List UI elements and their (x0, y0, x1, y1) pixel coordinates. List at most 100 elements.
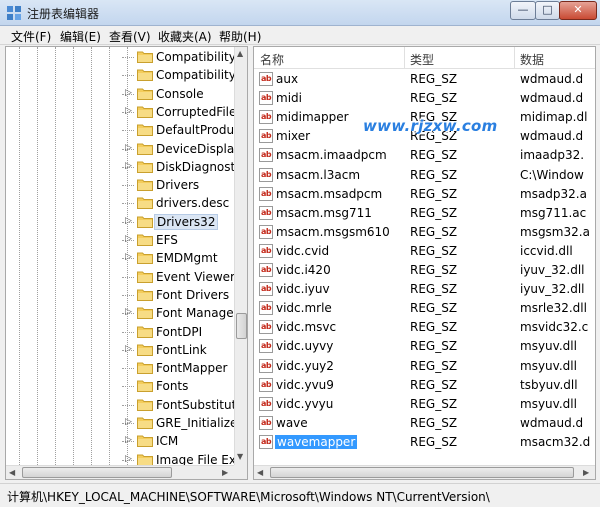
column-header-name[interactable]: 名称 (260, 51, 284, 68)
tree-item-label[interactable]: EMDMgmt (156, 251, 218, 265)
value-name[interactable]: msacm.msgsm610 (276, 225, 390, 239)
close-button[interactable]: ✕ (559, 1, 597, 20)
column-header-type[interactable]: 类型 (410, 51, 434, 68)
tree-item[interactable]: Font Drivers (6, 286, 234, 305)
value-name[interactable]: mixer (276, 129, 310, 143)
value-name[interactable]: vidc.iyuv (276, 282, 330, 296)
tree-item[interactable]: ▷ Console (6, 85, 234, 104)
list-hscroll-thumb[interactable] (270, 467, 574, 478)
maximize-button[interactable]: □ (535, 1, 560, 20)
menu-edit[interactable]: 编辑(E) (60, 28, 101, 45)
minimize-button[interactable]: — (510, 1, 536, 20)
tree-item[interactable]: FontSubstitutes (6, 396, 247, 415)
tree-item[interactable]: ▷ Drivers32 (6, 213, 234, 232)
tree-item-label[interactable]: ICM (156, 434, 178, 448)
value-name[interactable]: vidc.yvu9 (276, 378, 334, 392)
tree-item[interactable]: FontDPI (6, 323, 234, 342)
value-name[interactable]: vidc.yvyu (276, 397, 333, 411)
tree-item-label[interactable]: GRE_Initialize (156, 416, 237, 430)
value-row[interactable]: ab msacm.msgsm610 REG_SZ msgsm32.a (254, 223, 595, 242)
tree-item[interactable]: ▷ DiskDiagnostic (6, 158, 245, 177)
tree-item-label[interactable]: Event Viewer (156, 270, 235, 284)
expand-arrow-icon[interactable]: ▷ (125, 454, 132, 464)
menu-favorites[interactable]: 收藏夹(A) (158, 28, 212, 45)
column-divider[interactable] (514, 47, 515, 69)
column-header-data[interactable]: 数据 (520, 51, 544, 68)
tree-item-label[interactable]: CorruptedFileR (156, 105, 245, 119)
tree-item-label[interactable]: Font Drivers (156, 288, 229, 302)
tree-item[interactable]: DefaultProduct (6, 121, 245, 140)
value-row[interactable]: ab vidc.msvc REG_SZ msvidc32.c (254, 318, 595, 337)
value-name[interactable]: vidc.cvid (276, 244, 329, 258)
scroll-right-arrow-icon[interactable]: ▶ (583, 468, 589, 477)
value-name[interactable]: msacm.msg711 (276, 206, 372, 220)
value-name[interactable]: msacm.imaadpcm (276, 148, 387, 162)
tree-item[interactable]: ▷ CorruptedFileR (6, 103, 245, 122)
tree-item-label[interactable]: EFS (156, 233, 178, 247)
value-row[interactable]: ab vidc.yuy2 REG_SZ msyuv.dll (254, 357, 595, 376)
tree-item-label[interactable]: FontLink (156, 343, 207, 357)
value-row[interactable]: ab midi REG_SZ wdmaud.d (254, 89, 595, 108)
value-name[interactable]: vidc.i420 (276, 263, 331, 277)
expand-arrow-icon[interactable]: ▷ (125, 88, 132, 98)
expand-arrow-icon[interactable]: ▷ (125, 106, 132, 116)
scroll-right-arrow-icon[interactable]: ▶ (222, 468, 228, 477)
tree-item-label[interactable]: Drivers (156, 178, 199, 192)
tree-item-label[interactable]: drivers.desc (156, 196, 229, 210)
value-row[interactable]: ab vidc.iyuv REG_SZ iyuv_32.dll (254, 280, 595, 299)
value-name[interactable]: vidc.uyvy (276, 339, 333, 353)
value-name[interactable]: wave (276, 416, 308, 430)
value-name[interactable]: midimapper (276, 110, 349, 124)
value-row[interactable]: ab vidc.yvu9 REG_SZ tsbyuv.dll (254, 376, 595, 395)
value-name[interactable]: vidc.mrle (276, 301, 332, 315)
scroll-left-arrow-icon[interactable]: ◀ (257, 468, 263, 477)
scroll-left-arrow-icon[interactable]: ◀ (9, 468, 15, 477)
tree-hscroll-thumb[interactable] (22, 467, 172, 478)
menu-help[interactable]: 帮助(H) (219, 28, 261, 45)
expand-arrow-icon[interactable]: ▷ (125, 435, 132, 445)
value-row[interactable]: ab vidc.cvid REG_SZ iccvid.dll (254, 242, 595, 261)
expand-arrow-icon[interactable]: ▷ (125, 234, 132, 244)
value-row[interactable]: ab wave REG_SZ wdmaud.d (254, 414, 595, 433)
tree-item[interactable]: Drivers (6, 176, 234, 195)
tree-item-label[interactable]: Font Managem (156, 306, 245, 320)
value-row[interactable]: ab vidc.yvyu REG_SZ msyuv.dll (254, 395, 595, 414)
tree-item[interactable]: Fonts (6, 377, 234, 396)
tree-item[interactable]: ▷ EMDMgmt (6, 249, 234, 268)
value-row[interactable]: ab vidc.uyvy REG_SZ msyuv.dll (254, 337, 595, 356)
tree-item[interactable]: ▷ FontLink (6, 341, 234, 360)
menu-file[interactable]: 文件(F) (11, 28, 51, 45)
scroll-down-arrow-icon[interactable]: ▼ (237, 452, 243, 461)
menu-view[interactable]: 查看(V) (109, 28, 151, 45)
tree-item[interactable]: ▷ DeviceDisplayC (6, 140, 247, 159)
value-row[interactable]: ab aux REG_SZ wdmaud.d (254, 70, 595, 89)
tree-item-label[interactable]: Compatibility (156, 50, 236, 64)
expand-arrow-icon[interactable]: ▷ (125, 252, 132, 262)
value-name[interactable]: midi (276, 91, 302, 105)
value-row[interactable]: ab msacm.msadpcm REG_SZ msadp32.a (254, 185, 595, 204)
values-list-pane[interactable]: 名称 类型 数据 ab aux REG_SZ wdmaud.d ab midi REG_SZ… (253, 46, 596, 480)
tree-item-label[interactable]: FontMapper (156, 361, 227, 375)
tree-item-label[interactable]: DefaultProduct (156, 123, 245, 137)
expand-arrow-icon[interactable]: ▷ (125, 307, 132, 317)
value-row[interactable]: ab vidc.i420 REG_SZ iyuv_32.dll (254, 261, 595, 280)
value-name[interactable]: aux (276, 72, 298, 86)
tree-item[interactable]: drivers.desc (6, 194, 234, 213)
expand-arrow-icon[interactable]: ▷ (125, 216, 132, 226)
tree-item-label[interactable]: FontDPI (156, 325, 202, 339)
value-name[interactable]: msacm.l3acm (276, 168, 360, 182)
expand-arrow-icon[interactable]: ▷ (125, 161, 132, 171)
tree-item-label[interactable]: Fonts (156, 379, 188, 393)
key-tree-pane[interactable]: Compatibility Compatibility32 ▷ Console ▷ Cor… (5, 46, 248, 480)
tree-item-label[interactable]: Drivers32 (153, 213, 219, 230)
expand-arrow-icon[interactable]: ▷ (125, 344, 132, 354)
tree-item[interactable]: ▷ EFS (6, 231, 234, 250)
value-name[interactable]: msacm.msadpcm (276, 187, 382, 201)
scroll-up-arrow-icon[interactable]: ▲ (237, 49, 243, 58)
value-row[interactable]: ab wavemapper REG_SZ msacm32.d (254, 433, 595, 452)
tree-item[interactable]: ▷ ICM (6, 432, 234, 451)
value-name[interactable]: vidc.yuy2 (276, 359, 334, 373)
tree-horizontal-scrollbar[interactable]: ◀ ▶ (6, 465, 234, 479)
tree-item[interactable]: ▷ Font Managem (6, 304, 245, 323)
tree-item[interactable]: Event Viewer (6, 268, 235, 287)
